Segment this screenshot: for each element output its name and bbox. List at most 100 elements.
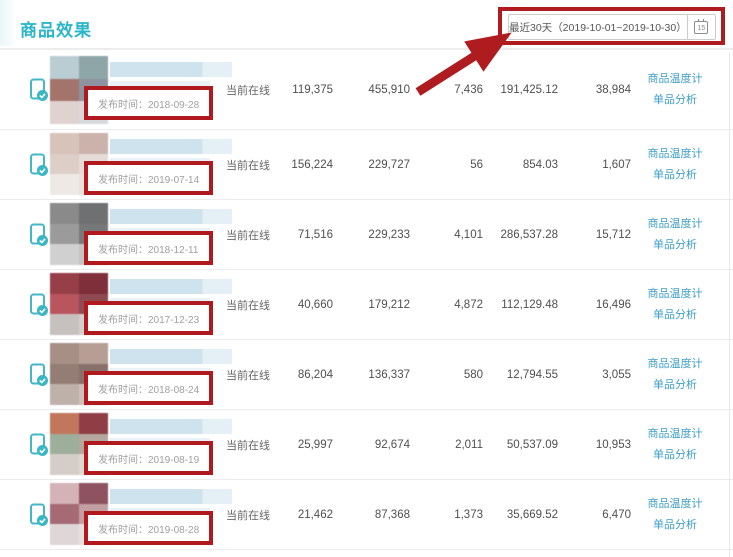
table-row: 发布时间：2019-07-14 当前在线 156,224 229,727 56 … xyxy=(0,130,733,200)
calendar-icon: 15 xyxy=(694,21,708,34)
publish-date-annotation-box: 发布时间：2018-09-28 xyxy=(84,86,213,120)
publish-date: 发布时间：2018-08-24 xyxy=(88,381,199,396)
metric-orders: 1,373 xyxy=(423,509,483,521)
metric-views: 87,368 xyxy=(345,509,410,521)
publish-date: 发布时间：2017-12-23 xyxy=(88,311,199,326)
metric-views: 455,910 xyxy=(345,84,410,96)
metric-count: 38,984 xyxy=(571,84,631,96)
product-performance-page: 商品效果 最近30天（2019-10-01~2019-10-30） 15 xyxy=(0,0,733,557)
product-title-blurred xyxy=(110,419,232,434)
mobile-verified-icon xyxy=(28,363,50,387)
row-actions: 商品温度计 单品分析 xyxy=(642,214,708,256)
row-actions: 商品温度计 单品分析 xyxy=(642,354,708,396)
metric-views: 229,727 xyxy=(345,159,410,171)
link-product-thermometer[interactable]: 商品温度计 xyxy=(642,424,708,445)
metric-amount: 191,425.12 xyxy=(478,84,558,96)
metric-count: 15,712 xyxy=(571,229,631,241)
date-range-picker[interactable]: 最近30天（2019-10-01~2019-10-30） 15 xyxy=(508,14,716,40)
metric-views: 229,233 xyxy=(345,229,410,241)
calendar-button[interactable]: 15 xyxy=(687,15,715,39)
metric-count: 10,953 xyxy=(571,439,631,451)
metric-views: 92,674 xyxy=(345,439,410,451)
product-title-blurred xyxy=(110,139,232,154)
link-single-product-analysis[interactable]: 单品分析 xyxy=(642,90,708,111)
metric-orders: 56 xyxy=(423,159,483,171)
link-single-product-analysis[interactable]: 单品分析 xyxy=(642,515,708,536)
metric-amount: 854.03 xyxy=(478,159,558,171)
metric-count: 1,607 xyxy=(571,159,631,171)
row-actions: 商品温度计 单品分析 xyxy=(642,424,708,466)
publish-date: 发布时间：2019-07-14 xyxy=(88,171,199,186)
metric-count: 3,055 xyxy=(571,369,631,381)
metric-count: 16,496 xyxy=(571,299,631,311)
publish-date: 发布时间：2019-08-19 xyxy=(88,451,199,466)
link-product-thermometer[interactable]: 商品温度计 xyxy=(642,69,708,90)
table-row: 发布时间：2017-12-23 当前在线 40,660 179,212 4,87… xyxy=(0,270,733,340)
metric-exposure: 119,375 xyxy=(261,84,333,96)
link-single-product-analysis[interactable]: 单品分析 xyxy=(642,235,708,256)
publish-date-annotation-box: 发布时间：2019-08-28 xyxy=(84,511,213,545)
publish-date-annotation-box: 发布时间：2018-12-11 xyxy=(84,231,213,265)
table-row: 发布时间：2019-08-19 当前在线 25,997 92,674 2,011… xyxy=(0,410,733,480)
link-product-thermometer[interactable]: 商品温度计 xyxy=(642,494,708,515)
mobile-verified-icon xyxy=(28,223,50,247)
publish-date: 发布时间：2018-12-11 xyxy=(88,241,198,256)
publish-date-annotation-box: 发布时间：2018-08-24 xyxy=(84,371,213,405)
mobile-verified-icon xyxy=(28,78,50,102)
mobile-verified-icon xyxy=(28,433,50,457)
link-product-thermometer[interactable]: 商品温度计 xyxy=(642,144,708,165)
metric-amount: 286,537.28 xyxy=(478,229,558,241)
date-range-label: 最近30天（2019-10-01~2019-10-30） xyxy=(509,15,687,39)
left-edge-fade xyxy=(0,0,18,46)
row-actions: 商品温度计 单品分析 xyxy=(642,494,708,536)
product-table: 发布时间：2018-09-28 当前在线 119,375 455,910 7,4… xyxy=(0,50,733,550)
metric-views: 136,337 xyxy=(345,369,410,381)
product-title-blurred xyxy=(110,62,232,77)
link-single-product-analysis[interactable]: 单品分析 xyxy=(642,375,708,396)
metric-amount: 50,537.09 xyxy=(478,439,558,451)
publish-date-annotation-box: 发布时间：2019-08-19 xyxy=(84,441,213,475)
metric-exposure: 86,204 xyxy=(261,369,333,381)
link-single-product-analysis[interactable]: 单品分析 xyxy=(642,445,708,466)
link-product-thermometer[interactable]: 商品温度计 xyxy=(642,214,708,235)
link-product-thermometer[interactable]: 商品温度计 xyxy=(642,284,708,305)
publish-date: 发布时间：2018-09-28 xyxy=(88,96,199,111)
metric-orders: 7,436 xyxy=(423,84,483,96)
publish-date: 发布时间：2019-08-28 xyxy=(88,521,199,536)
row-actions: 商品温度计 单品分析 xyxy=(642,144,708,186)
mobile-verified-icon xyxy=(28,153,50,177)
table-row: 发布时间：2018-12-11 当前在线 71,516 229,233 4,10… xyxy=(0,200,733,270)
product-title-blurred xyxy=(110,489,232,504)
publish-date-annotation-box: 发布时间：2019-07-14 xyxy=(84,161,213,195)
metric-exposure: 25,997 xyxy=(261,439,333,451)
metric-amount: 112,129.48 xyxy=(478,299,558,311)
link-single-product-analysis[interactable]: 单品分析 xyxy=(642,165,708,186)
product-title-blurred xyxy=(110,209,232,224)
metric-exposure: 40,660 xyxy=(261,299,333,311)
metric-orders: 2,011 xyxy=(423,439,483,451)
metric-views: 179,212 xyxy=(345,299,410,311)
table-row: 发布时间：2018-09-28 当前在线 119,375 455,910 7,4… xyxy=(0,50,733,130)
metric-orders: 4,101 xyxy=(423,229,483,241)
product-title-blurred xyxy=(110,349,232,364)
mobile-verified-icon xyxy=(28,503,50,527)
metric-orders: 4,872 xyxy=(423,299,483,311)
row-actions: 商品温度计 单品分析 xyxy=(642,284,708,326)
page-title: 商品效果 xyxy=(20,16,92,41)
link-single-product-analysis[interactable]: 单品分析 xyxy=(642,305,708,326)
metric-amount: 35,669.52 xyxy=(478,509,558,521)
metric-exposure: 21,462 xyxy=(261,509,333,521)
row-actions: 商品温度计 单品分析 xyxy=(642,69,708,111)
link-product-thermometer[interactable]: 商品温度计 xyxy=(642,354,708,375)
metric-exposure: 71,516 xyxy=(261,229,333,241)
metric-exposure: 156,224 xyxy=(261,159,333,171)
metric-amount: 12,794.55 xyxy=(478,369,558,381)
publish-date-annotation-box: 发布时间：2017-12-23 xyxy=(84,301,213,335)
metric-orders: 580 xyxy=(423,369,483,381)
metric-count: 6,470 xyxy=(571,509,631,521)
table-row: 发布时间：2019-08-28 当前在线 21,462 87,368 1,373… xyxy=(0,480,733,550)
product-title-blurred xyxy=(110,279,232,294)
mobile-verified-icon xyxy=(28,293,50,317)
table-row: 发布时间：2018-08-24 当前在线 86,204 136,337 580 … xyxy=(0,340,733,410)
right-edge-line xyxy=(729,52,730,557)
